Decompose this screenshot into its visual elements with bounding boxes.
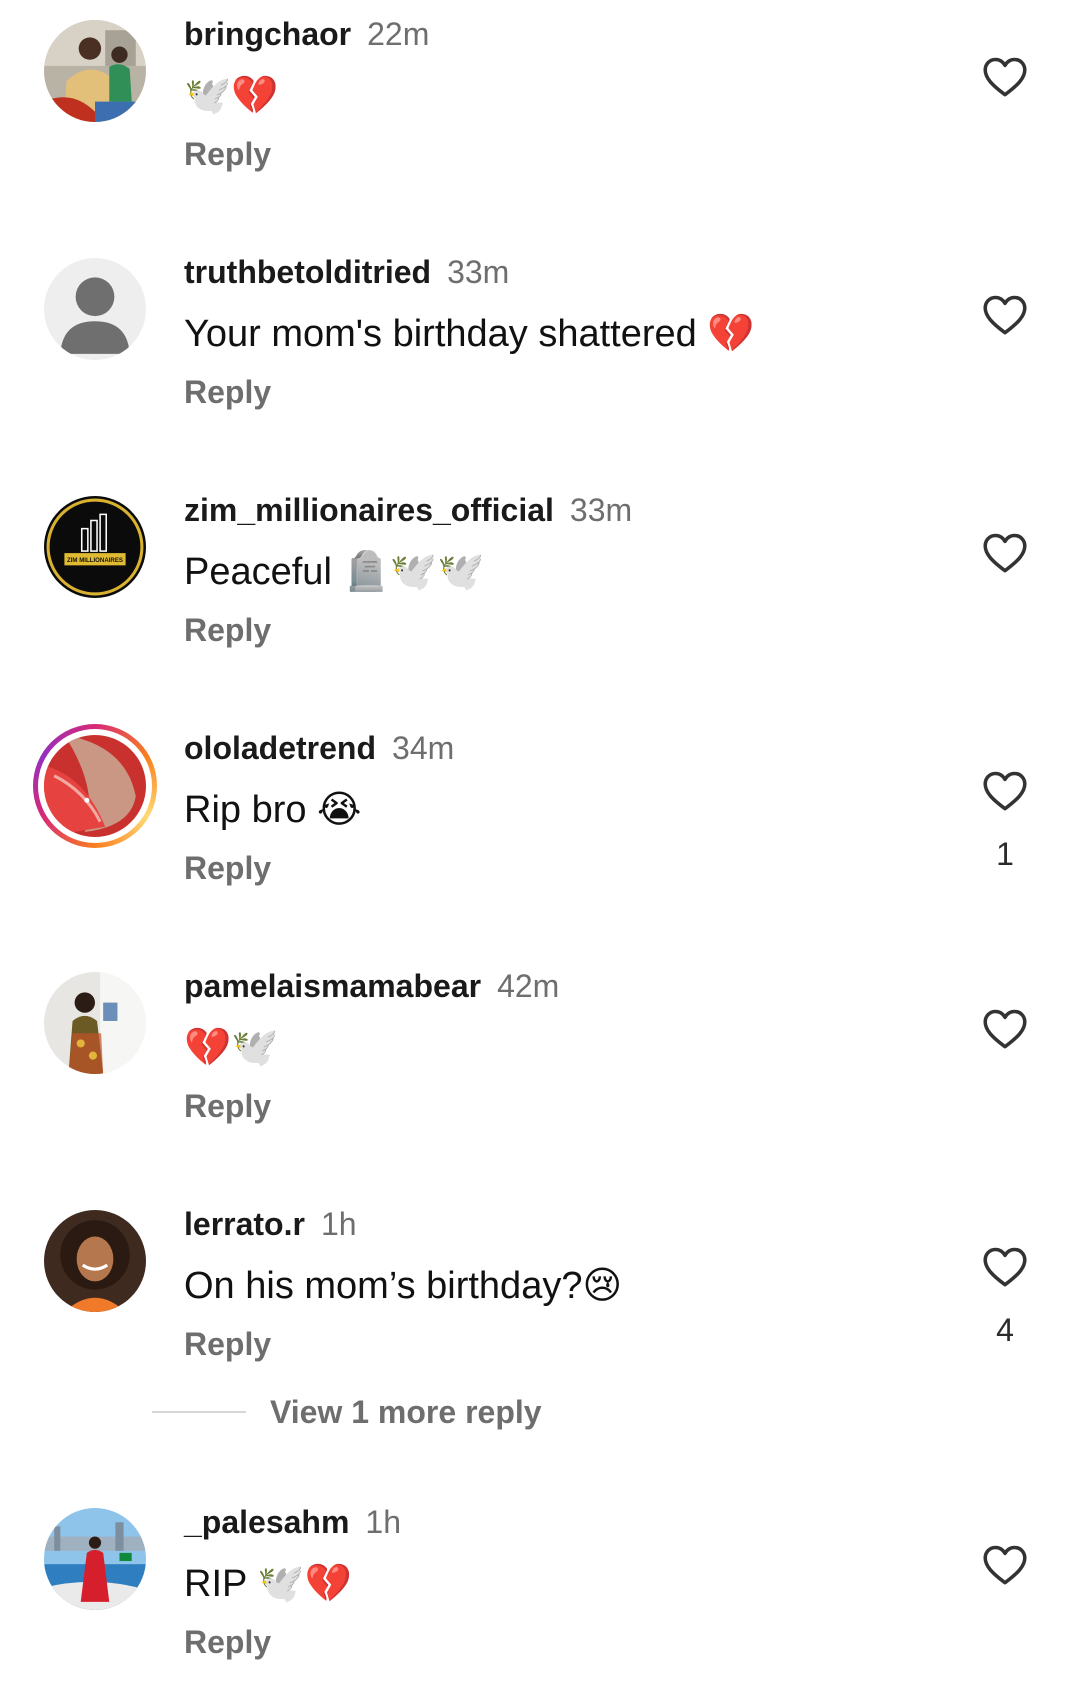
reply-button[interactable]: Reply xyxy=(184,1622,271,1662)
zim-millionaires-logo: ZIM MILLIONAIRES xyxy=(44,496,146,598)
comment-item: bringchaor 22m 🕊️💔 Reply xyxy=(0,0,1079,220)
avatar[interactable]: ZIM MILLIONAIRES xyxy=(44,496,146,598)
user-photo-icon xyxy=(44,1508,146,1610)
comment-header: _palesahm 1h xyxy=(184,1502,401,1542)
like-button[interactable] xyxy=(980,766,1030,816)
reply-button[interactable]: Reply xyxy=(184,848,271,888)
user-photo-icon xyxy=(44,20,146,122)
like-button[interactable] xyxy=(980,52,1030,102)
story-ring-avatar[interactable] xyxy=(33,724,157,848)
timestamp: 33m xyxy=(569,492,633,528)
user-photo-icon xyxy=(44,972,146,1074)
like-button[interactable] xyxy=(980,1540,1030,1590)
reply-button[interactable]: Reply xyxy=(184,610,271,650)
comment-text: Peaceful 🪦🕊️🕊️ xyxy=(184,551,485,593)
comment-text: RIP 🕊️💔 xyxy=(184,1563,352,1605)
avatar[interactable] xyxy=(44,258,146,360)
like-button[interactable] xyxy=(980,290,1030,340)
comment-item: _palesahm 1h RIP 🕊️💔 Reply xyxy=(0,1488,1079,1708)
comment-header: truthbetolditried 33m xyxy=(184,252,509,292)
like-button[interactable] xyxy=(980,1242,1030,1292)
heart-outline-icon xyxy=(983,1247,1027,1287)
timestamp: 33m xyxy=(447,254,510,290)
comment-header: bringchaor 22m xyxy=(184,14,429,54)
like-button[interactable] xyxy=(980,528,1030,578)
heart-outline-icon xyxy=(983,295,1027,335)
reply-button[interactable]: Reply xyxy=(184,1086,271,1126)
avatar xyxy=(44,735,146,837)
like-count: 1 xyxy=(996,836,1014,872)
comment-text: Rip bro 😭 xyxy=(184,789,362,831)
comment-item: ololadetrend 34m Rip bro 😭 Reply 1 xyxy=(0,714,1079,934)
comment-header: lerrato.r 1h xyxy=(184,1204,357,1244)
view-more-replies-button[interactable]: View 1 more reply xyxy=(152,1392,542,1432)
username[interactable]: lerrato.r xyxy=(184,1206,305,1242)
like-count: 4 xyxy=(996,1312,1014,1348)
username[interactable]: zim_millionaires_official xyxy=(184,492,554,528)
heart-outline-icon xyxy=(983,533,1027,573)
heart-outline-icon xyxy=(983,1545,1027,1585)
timestamp: 34m xyxy=(392,730,455,766)
username[interactable]: ololadetrend xyxy=(184,730,376,766)
avatar[interactable] xyxy=(44,972,146,1074)
comment-header: ololadetrend 34m xyxy=(184,728,454,768)
timestamp: 1h xyxy=(320,1206,357,1242)
user-photo-icon xyxy=(44,1210,146,1312)
comment-text: 🕊️💔 xyxy=(184,75,279,117)
username[interactable]: _palesahm xyxy=(184,1504,349,1540)
replies-divider xyxy=(152,1411,246,1413)
avatar[interactable] xyxy=(44,1508,146,1610)
comment-text: On his mom’s birthday?😢 xyxy=(184,1265,623,1307)
comment-item: ZIM MILLIONAIRES zim_millionaires_offici… xyxy=(0,476,1079,696)
heart-outline-icon xyxy=(983,771,1027,811)
user-photo-icon xyxy=(44,735,146,837)
timestamp: 42m xyxy=(497,968,560,1004)
comment-header: pamelaismamabear 42m xyxy=(184,966,559,1006)
username[interactable]: bringchaor xyxy=(184,16,351,52)
timestamp: 22m xyxy=(367,16,430,52)
svg-text:ZIM MILLIONAIRES: ZIM MILLIONAIRES xyxy=(67,557,123,564)
username[interactable]: pamelaismamabear xyxy=(184,968,481,1004)
person-silhouette-icon xyxy=(44,258,146,360)
avatar[interactable] xyxy=(44,1210,146,1312)
reply-button[interactable]: Reply xyxy=(184,372,271,412)
heart-outline-icon xyxy=(983,1009,1027,1049)
comment-item: pamelaismamabear 42m 💔🕊️ Reply xyxy=(0,952,1079,1172)
heart-outline-icon xyxy=(983,57,1027,97)
avatar[interactable] xyxy=(44,20,146,122)
comment-item: lerrato.r 1h On his mom’s birthday?😢 Repl… xyxy=(0,1190,1079,1410)
username[interactable]: truthbetolditried xyxy=(184,254,431,290)
comment-text: Your mom's birthday shattered 💔 xyxy=(184,313,755,355)
reply-button[interactable]: Reply xyxy=(184,1324,271,1364)
like-button[interactable] xyxy=(980,1004,1030,1054)
comment-item: truthbetolditried 33m Your mom's birthday… xyxy=(0,238,1079,458)
view-more-replies-label: View 1 more reply xyxy=(270,1393,542,1430)
timestamp: 1h xyxy=(365,1504,402,1540)
comment-header: zim_millionaires_official 33m xyxy=(184,490,632,530)
comment-text: 💔🕊️ xyxy=(184,1027,279,1069)
reply-button[interactable]: Reply xyxy=(184,134,271,174)
